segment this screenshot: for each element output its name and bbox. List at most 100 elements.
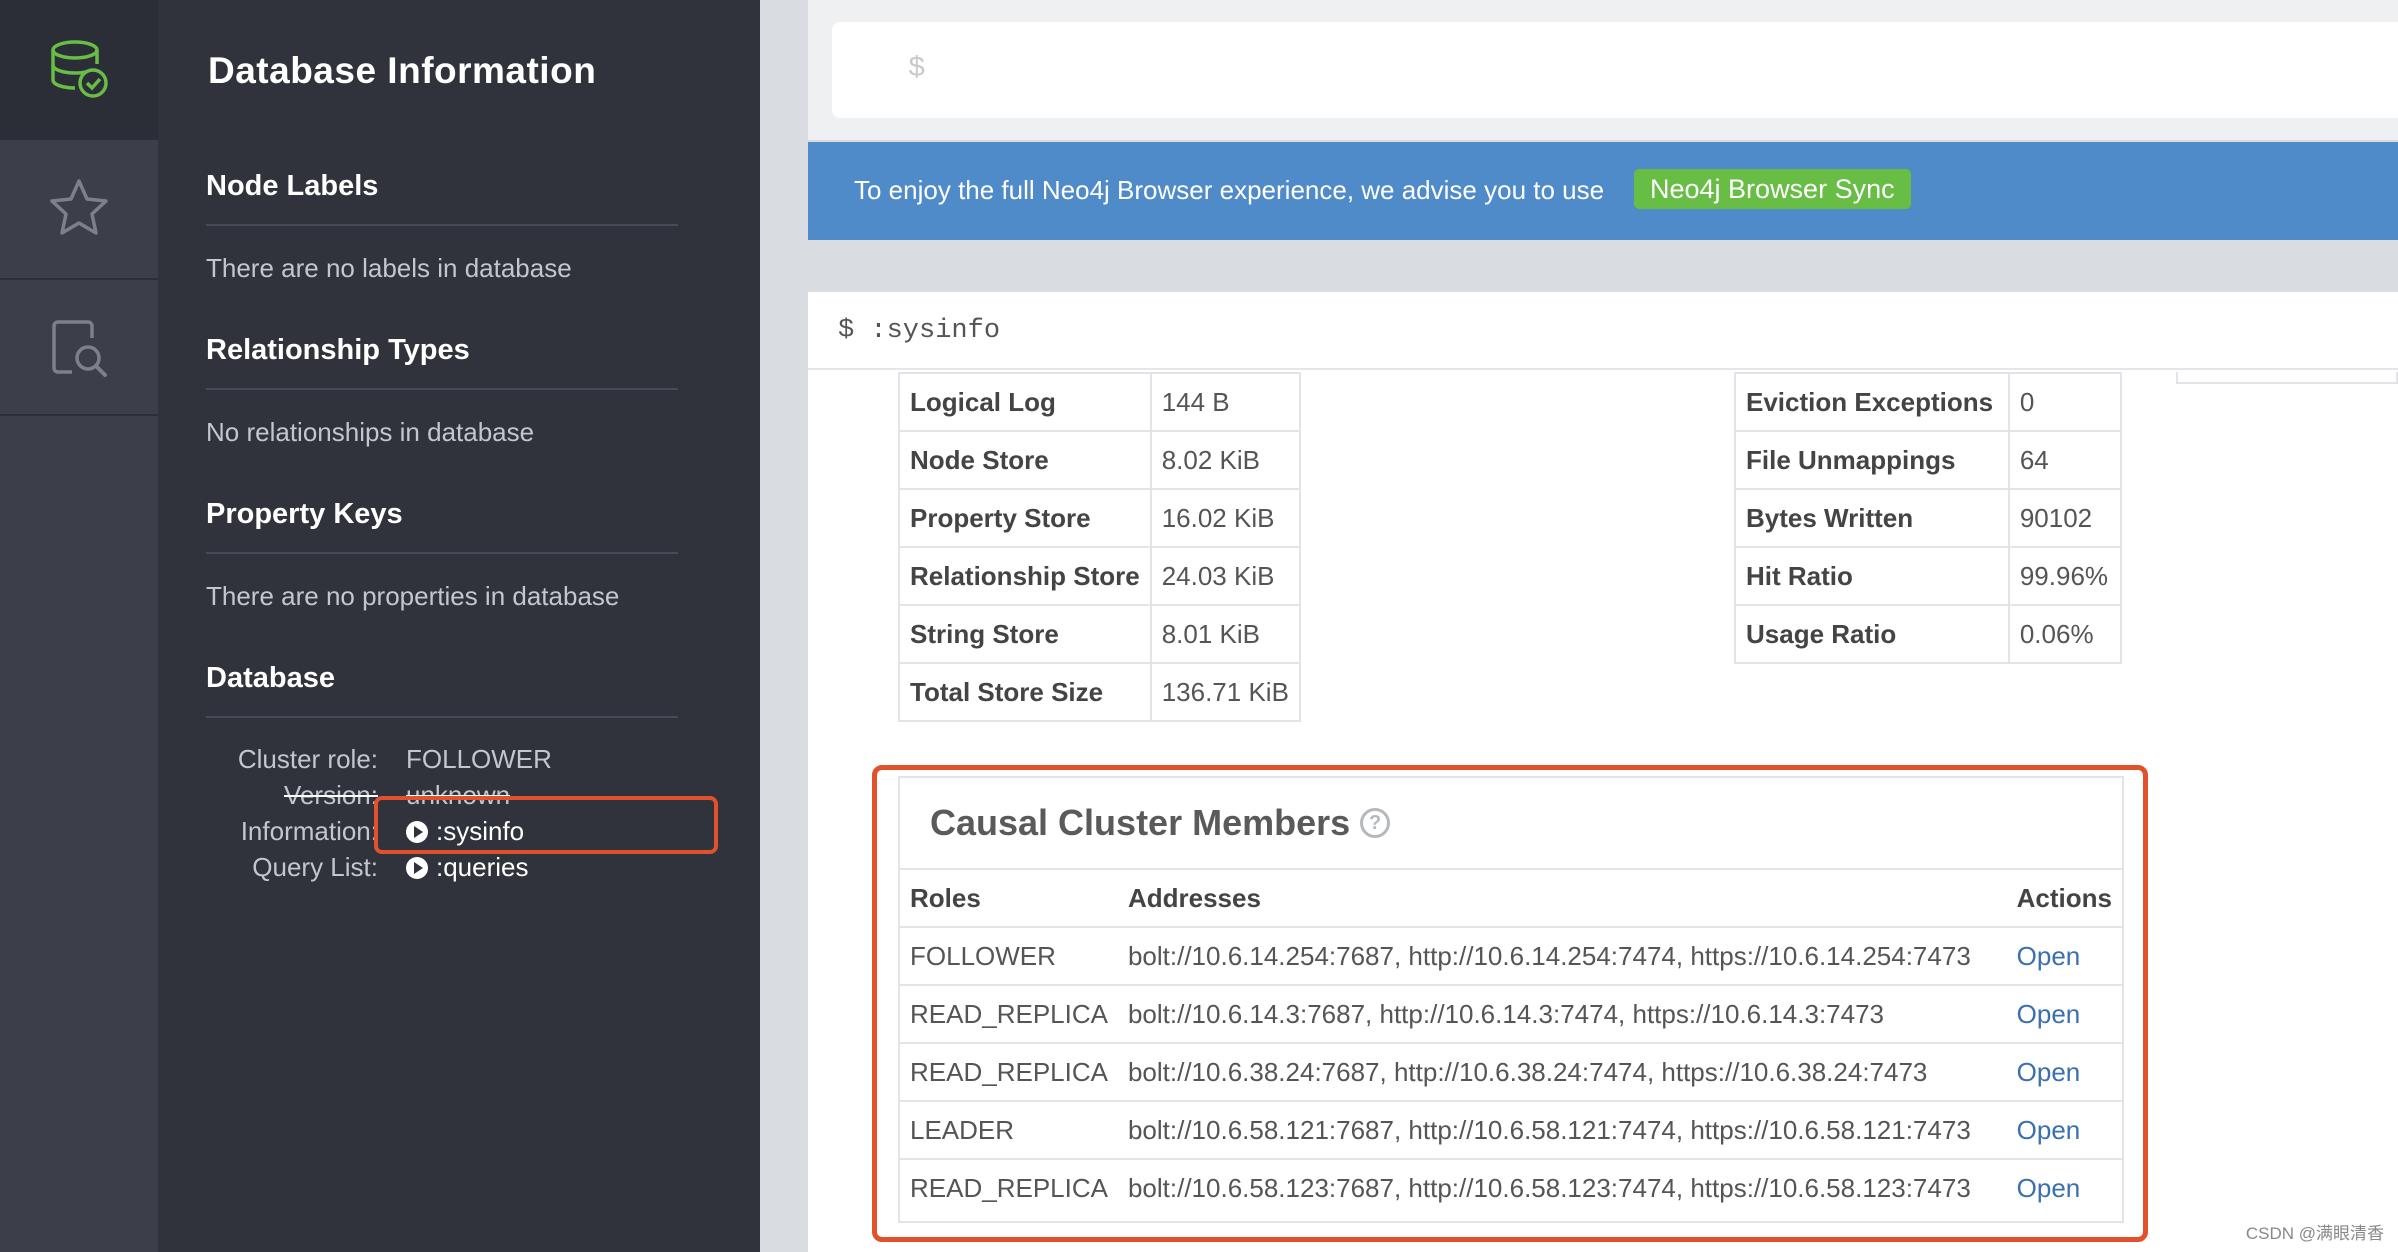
documents-tab[interactable] [0,278,158,416]
play-icon [406,856,428,879]
database-info-tab[interactable] [0,0,158,138]
cache-value: 0 [2007,372,2123,432]
divider [206,552,678,554]
database-check-icon [51,40,108,98]
table-row: Bytes Written 90102 [1734,488,2123,548]
table-row: Logical Log 144 B [898,372,1301,432]
database-info-drawer: Database Information Node Labels There a… [158,0,760,1252]
database-heading: Database [206,662,335,694]
member-addresses: bolt://10.6.58.121:7687, http://10.6.58.… [1117,1100,2007,1159]
table-row: Property Store 16.02 KiB [898,488,1301,548]
cache-key: Usage Ratio [1734,604,2010,664]
store-value: 8.02 KiB [1149,430,1301,490]
node-labels-empty-text: There are no labels in database [206,253,572,283]
store-key: Logical Log [898,372,1152,432]
store-key: Relationship Store [898,546,1152,606]
scrolled-panel-edge [2176,372,2398,384]
member-addresses: bolt://10.6.14.254:7687, http://10.6.14.… [1117,926,2007,985]
member-addresses: bolt://10.6.14.3:7687, http://10.6.14.3:… [1117,984,2007,1043]
table-row: FOLLOWER bolt://10.6.14.254:7687, http:/… [900,926,2122,985]
frame-command[interactable]: $ :sysinfo [838,316,1000,346]
browser-sync-button[interactable]: Neo4j Browser Sync [1634,169,1911,209]
relationship-types-heading: Relationship Types [206,334,470,366]
table-row: Hit Ratio 99.96% [1734,546,2123,606]
store-value: 24.03 KiB [1149,546,1301,606]
table-row: String Store 8.01 KiB [898,604,1301,664]
relationship-types-empty-text: No relationships in database [206,417,535,447]
cache-key: Hit Ratio [1734,546,2010,606]
sync-banner-text: To enjoy the full Neo4j Browser experien… [854,175,1605,205]
table-row: READ_REPLICA bolt://10.6.38.24:7687, htt… [900,1042,2122,1101]
table-header-row: Roles Addresses Actions [900,868,2122,927]
table-row: LEADER bolt://10.6.58.121:7687, http://1… [900,1100,2122,1159]
cache-value: 90102 [2007,488,2123,548]
icon-rail [0,0,158,1252]
table-row: READ_REPLICA bolt://10.6.14.3:7687, http… [900,984,2122,1043]
editor-prompt: $ [908,52,926,85]
table-row: Eviction Exceptions 0 [1734,372,2123,432]
open-member-link[interactable]: Open [2006,1158,2122,1217]
frame-body: Logical Log 144 B Node Store 8.02 KiB Prop… [808,372,2398,1252]
queries-link[interactable]: :queries [406,852,529,883]
table-row: File Unmappings 64 [1734,430,2123,490]
cache-value: 0.06% [2007,604,2123,664]
divider [206,224,678,226]
open-member-link[interactable]: Open [2006,1100,2122,1159]
cluster-title: Causal Cluster Members ? [930,802,1391,844]
open-member-link[interactable]: Open [2006,984,2122,1043]
property-keys-heading: Property Keys [206,498,403,530]
queries-link-text: :queries [436,852,529,882]
column-header-actions: Actions [2006,868,2122,927]
drawer-title: Database Information [208,50,597,91]
table-row: Relationship Store 24.03 KiB [898,546,1301,606]
cache-value: 99.96% [2007,546,2123,606]
store-key: Total Store Size [898,662,1152,722]
causal-cluster-panel: Causal Cluster Members ? Roles Addresses… [898,776,2124,1223]
member-role: READ_REPLICA [900,984,1118,1043]
cache-value: 64 [2007,430,2123,490]
cluster-role-value: FOLLOWER [406,744,552,774]
cluster-role-row: Cluster role: FOLLOWER [158,744,760,780]
query-list-row: Query List: :queries [158,852,760,888]
help-icon[interactable]: ? [1360,808,1391,838]
table-row: Total Store Size 136.71 KiB [898,662,1301,722]
frame-header: $ :sysinfo [808,292,2398,370]
column-header-addresses: Addresses [1117,868,2007,927]
table-row: Node Store 8.02 KiB [898,430,1301,490]
member-role: READ_REPLICA [900,1042,1118,1101]
open-member-link[interactable]: Open [2006,1042,2122,1101]
divider [206,716,678,718]
document-search-icon [52,320,107,377]
version-label: Version: [284,780,378,810]
store-key: Node Store [898,430,1152,490]
page-cache-table: Eviction Exceptions 0 File Unmappings 64 B… [1734,372,2123,664]
star-icon [50,179,108,235]
store-value: 8.01 KiB [1149,604,1301,664]
member-addresses: bolt://10.6.38.24:7687, http://10.6.38.2… [1117,1042,2007,1101]
member-role: READ_REPLICA [900,1158,1118,1217]
cache-key: Eviction Exceptions [1734,372,2010,432]
store-value: 136.71 KiB [1149,662,1301,722]
table-row: Usage Ratio 0.06% [1734,604,2123,664]
result-frame: $ :sysinfo Logical Log 144 B Node Store 8.… [808,292,2398,1252]
cluster-title-text: Causal Cluster Members [930,802,1351,843]
store-value: 144 B [1149,372,1301,432]
cache-key: File Unmappings [1734,430,2010,490]
store-sizes-table: Logical Log 144 B Node Store 8.02 KiB Prop… [898,372,1301,722]
information-label: Information: [240,816,378,846]
watermark: CSDN @满眼清香 [2245,1224,2384,1243]
open-member-link[interactable]: Open [2006,926,2122,985]
drawer-gutter [760,0,808,1252]
cypher-editor[interactable]: $ [832,22,2398,118]
node-labels-heading: Node Labels [206,170,379,202]
favorites-tab[interactable] [0,138,158,276]
member-role: FOLLOWER [900,926,1118,985]
cache-key: Bytes Written [1734,488,2010,548]
cluster-role-label: Cluster role: [237,744,378,774]
table-row: READ_REPLICA bolt://10.6.58.123:7687, ht… [900,1158,2122,1217]
cluster-members-table: Roles Addresses Actions FOLLOWER bolt://… [900,868,2122,1217]
sync-banner: To enjoy the full Neo4j Browser experien… [808,142,2398,240]
store-key: String Store [898,604,1152,664]
store-value: 16.02 KiB [1149,488,1301,548]
property-keys-empty-text: There are no properties in database [206,581,620,611]
